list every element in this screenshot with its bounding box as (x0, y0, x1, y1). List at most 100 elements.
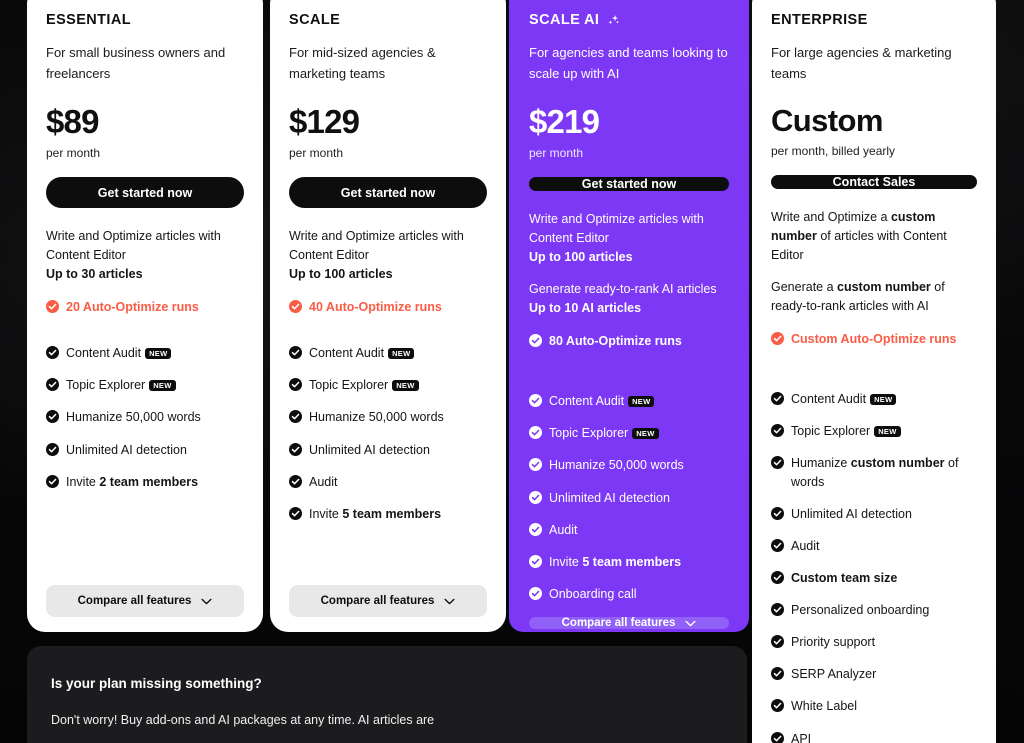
cta-button-essential[interactable]: Get started now (46, 177, 244, 209)
feature-item: Priority support (771, 633, 977, 651)
feature-item: Personalized onboarding (771, 601, 977, 619)
feature-label: Invite 2 team members (66, 474, 199, 489)
plan-name: SCALE (289, 12, 341, 28)
feature-badge: NEW (874, 425, 901, 437)
feature-item: Onboarding call (529, 585, 729, 603)
addons-panel: Is your plan missing something? Don't wo… (27, 646, 747, 743)
check-circle-icon (46, 442, 59, 456)
pricing-card-scaleai: SCALE AI For agencies and teams looking t… (509, 0, 749, 632)
feature-item: White Label (771, 697, 977, 715)
plan-header-essential: ESSENTIAL (46, 12, 244, 28)
plan-header-scaleai: SCALE AI (529, 12, 729, 28)
feature-item: Audit (289, 473, 487, 491)
feature-label: SERP Analyzer (791, 667, 877, 682)
check-circle-icon (289, 442, 302, 456)
highlight-list: 40 Auto-Optimize runs (289, 298, 487, 330)
check-circle-icon (771, 603, 784, 617)
feature-label: Unlimited AI detection (66, 442, 187, 457)
feature-label: White Label (791, 699, 858, 714)
check-circle-icon (46, 300, 59, 314)
feature-badge: NEW (388, 347, 415, 359)
feature-label: Audit (549, 522, 578, 537)
check-circle-icon (771, 699, 784, 713)
highlight-item: 40 Auto-Optimize runs (289, 298, 487, 316)
check-circle-icon (771, 332, 784, 346)
check-circle-icon (46, 410, 59, 424)
check-circle-icon (771, 570, 784, 584)
check-circle-icon (529, 522, 542, 536)
feature-label: Unlimited AI detection (549, 490, 670, 505)
pricing-plans-row: ESSENTIAL For small business owners and f… (27, 0, 996, 743)
feature-badge: NEW (628, 395, 655, 407)
feature-item: Custom team size (771, 569, 977, 587)
plan-intro-0: Write and Optimize articles with Content… (46, 229, 221, 282)
plan-name: ESSENTIAL (46, 12, 131, 28)
feature-label: Unlimited AI detection (309, 442, 430, 457)
feature-badge: NEW (632, 427, 659, 439)
compare-features-label: Compare all features (320, 595, 435, 607)
feature-item: Content Audit NEW (529, 392, 729, 410)
check-circle-icon (289, 506, 302, 520)
compare-features-button-scale[interactable]: Compare all features (289, 585, 487, 617)
plan-intro-1: Generate ready-to-rank AI articles Up to … (529, 282, 717, 316)
highlight-list: 20 Auto-Optimize runs (46, 298, 244, 330)
feature-item: Humanize 50,000 words (529, 456, 729, 474)
card-spacer (289, 537, 487, 585)
sparkle-icon (606, 13, 621, 28)
card-spacer (46, 505, 244, 585)
feature-label: Topic Explorer NEW (66, 376, 176, 394)
feature-label: Humanize 50,000 words (66, 410, 201, 425)
feature-item: Topic Explorer NEW (289, 376, 487, 394)
check-circle-icon (529, 490, 542, 504)
plan-price-period: per month (529, 146, 584, 161)
plan-name: ENTERPRISE (771, 12, 868, 28)
plan-intro-0: Write and Optimize articles with Content… (289, 229, 464, 282)
compare-features-button-essential[interactable]: Compare all features (46, 585, 244, 617)
pricing-card-enterprise: ENTERPRISE For large agencies & marketing… (752, 0, 996, 743)
check-circle-icon (771, 506, 784, 520)
check-circle-icon (289, 410, 302, 424)
check-circle-icon (46, 346, 59, 360)
plan-price-period: per month, billed yearly (771, 144, 896, 159)
feature-label: Personalized onboarding (791, 603, 930, 618)
cta-button-enterprise[interactable]: Contact Sales (771, 175, 977, 190)
feature-label: Topic Explorer NEW (791, 422, 901, 440)
addons-body: Don't worry! Buy add-ons and AI packages… (51, 713, 435, 727)
plan-price-period: per month (46, 146, 101, 161)
highlight-label: 80 Auto-Optimize runs (549, 334, 682, 349)
feature-item: Humanize custom number of words (771, 454, 977, 490)
check-circle-icon (529, 586, 542, 600)
plan-intro-1: Generate a custom number of ready-to-ran… (771, 280, 945, 314)
plan-intro-0: Write and Optimize articles with Content… (529, 212, 704, 265)
feature-item: Topic Explorer NEW (529, 424, 729, 442)
highlight-item: Custom Auto-Optimize runs (771, 330, 977, 348)
highlight-item: 80 Auto-Optimize runs (529, 332, 729, 350)
check-circle-icon (529, 426, 542, 440)
plan-description: For small business owners and freelancer… (46, 45, 226, 82)
feature-label: Humanize 50,000 words (549, 458, 684, 473)
feature-label: Content Audit NEW (309, 344, 415, 362)
cta-button-scale[interactable]: Get started now (289, 177, 487, 209)
highlight-list: 80 Auto-Optimize runs (529, 332, 729, 364)
feature-list-scale: Content Audit NEW Topic Explorer NEW Humaniz… (289, 344, 487, 537)
feature-label: Topic Explorer NEW (309, 376, 419, 394)
plan-header-scale: SCALE (289, 12, 487, 28)
feature-item: SERP Analyzer (771, 665, 977, 683)
feature-item: API (771, 730, 977, 743)
highlight-label: Custom Auto-Optimize runs (791, 332, 957, 347)
feature-item: Audit (529, 521, 729, 539)
check-circle-icon (771, 538, 784, 552)
feature-label: Onboarding call (549, 586, 637, 601)
highlight-list: Custom Auto-Optimize runs (771, 330, 977, 362)
feature-item: Invite 5 team members (529, 553, 729, 571)
feature-item: Invite 5 team members (289, 505, 487, 523)
compare-features-button-scaleai[interactable]: Compare all features (529, 617, 729, 630)
feature-item: Humanize 50,000 words (289, 408, 487, 426)
feature-label: Custom team size (791, 570, 898, 585)
feature-badge: NEW (145, 347, 172, 359)
cta-button-scaleai[interactable]: Get started now (529, 177, 729, 192)
feature-item: Audit (771, 537, 977, 555)
feature-item: Unlimited AI detection (289, 441, 487, 459)
plan-price: $219 (529, 103, 600, 141)
plan-description: For agencies and teams looking to scale … (529, 45, 728, 82)
